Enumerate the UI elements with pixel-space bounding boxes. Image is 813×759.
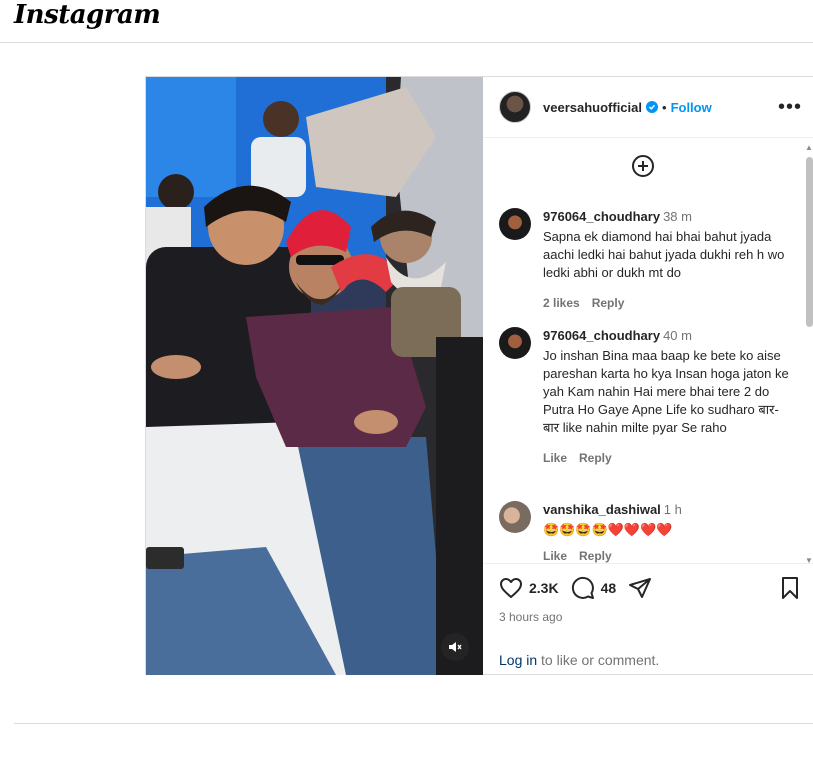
comment-reply-link[interactable]: Reply — [579, 451, 612, 465]
author-username[interactable]: veersahuofficial — [543, 100, 642, 115]
author-avatar[interactable] — [499, 91, 531, 123]
heart-icon[interactable] — [499, 576, 523, 600]
video-frame — [146, 77, 483, 675]
comment-username[interactable]: vanshika_dashiwal — [543, 502, 661, 517]
commenter-avatar[interactable] — [499, 327, 531, 359]
comment-time: 1 h — [663, 502, 682, 517]
login-prompt: Log in to like or comment. — [499, 652, 659, 668]
add-comment-icon[interactable] — [631, 154, 655, 178]
scroll-thumb[interactable] — [806, 157, 813, 327]
scroll-up-arrow-icon[interactable]: ▲ — [805, 143, 813, 152]
bookmark-icon[interactable] — [778, 576, 802, 600]
comment-reply-link[interactable]: Reply — [579, 549, 612, 563]
comment-text: Sapna ek diamond hai bhai bahut jyada aa… — [543, 229, 785, 280]
post-timestamp: 3 hours ago — [499, 610, 563, 624]
comment-text: Jo inshan Bina maa baap ke bete ko aise … — [543, 348, 789, 435]
comments-count[interactable]: 48 — [601, 580, 617, 596]
comments-scrollbar[interactable]: ▲ ▼ — [804, 143, 813, 568]
follow-button[interactable]: Follow — [671, 100, 712, 115]
verified-badge-icon — [646, 101, 658, 113]
mute-toggle-button[interactable] — [441, 633, 469, 661]
post-container: veersahuofficial • Follow ••• 976064_cho… — [145, 76, 813, 675]
comment-username[interactable]: 976064_choudhary — [543, 328, 660, 343]
comment-time: 40 m — [663, 328, 692, 343]
post-video[interactable] — [146, 77, 483, 675]
comment-like-link[interactable]: Like — [543, 451, 567, 465]
comment-bubble-icon[interactable] — [571, 576, 595, 600]
top-bar: Instagram — [0, 0, 813, 43]
footer-divider — [14, 723, 813, 724]
comment-time: 38 m — [663, 209, 692, 224]
comment-text: 🤩🤩🤩🤩❤️❤️❤️❤️ — [543, 522, 673, 537]
more-options-icon[interactable]: ••• — [778, 96, 802, 118]
post-actions: 2.3K 48 3 hours ago Log in to like or co… — [483, 563, 813, 675]
speaker-muted-icon — [449, 642, 462, 652]
share-plane-icon[interactable] — [628, 576, 652, 600]
instagram-logo[interactable]: Instagram — [14, 0, 161, 30]
comment-like-link[interactable]: Like — [543, 549, 567, 563]
login-link[interactable]: Log in — [499, 652, 537, 668]
post-sidebar: veersahuofficial • Follow ••• 976064_cho… — [483, 77, 813, 675]
comment-reply-link[interactable]: Reply — [592, 296, 625, 310]
comments-list[interactable]: 976064_choudhary 38 m Sapna ek diamond ha… — [483, 138, 813, 563]
commenter-avatar[interactable] — [499, 501, 531, 533]
post-header: veersahuofficial • Follow ••• — [483, 77, 813, 138]
login-prompt-text: to like or comment. — [537, 652, 660, 668]
comment-likes-link[interactable]: 2 likes — [543, 296, 580, 310]
comment-username[interactable]: 976064_choudhary — [543, 209, 660, 224]
separator: • — [662, 99, 667, 115]
commenter-avatar[interactable] — [499, 208, 531, 240]
likes-count[interactable]: 2.3K — [529, 580, 559, 596]
